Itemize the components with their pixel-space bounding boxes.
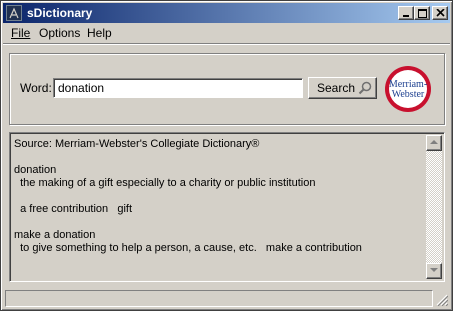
minimize-button[interactable] — [398, 6, 414, 20]
maximize-button[interactable] — [414, 6, 430, 20]
scroll-down-button[interactable] — [426, 263, 442, 279]
word-input[interactable]: donation — [53, 78, 303, 98]
app-icon[interactable] — [6, 5, 22, 21]
definition-line — [14, 216, 424, 229]
menu-bar: File Options Help — [3, 23, 450, 42]
menu-divider — [3, 43, 450, 45]
merriam-webster-logo[interactable]: Merriam- Webster — [384, 65, 432, 113]
arrow-down-icon — [430, 268, 438, 272]
vertical-scrollbar[interactable] — [426, 135, 442, 279]
definition-line: make a donation — [14, 229, 96, 241]
menu-help-label: Help — [87, 26, 112, 40]
close-icon — [436, 9, 445, 17]
minimize-icon — [403, 15, 409, 17]
logo-line2: Webster — [392, 89, 425, 100]
word-label: Word: — [20, 81, 52, 95]
resize-grip-icon[interactable] — [436, 294, 448, 306]
menu-file-label: File — [11, 26, 31, 40]
close-button[interactable] — [432, 6, 448, 20]
menu-help[interactable]: Help — [87, 26, 112, 40]
title-bar[interactable]: sDictionary — [3, 3, 450, 23]
definition-line: donation — [14, 164, 57, 176]
status-bar — [5, 290, 450, 308]
window-title: sDictionary — [27, 6, 93, 20]
search-button-label: Search — [317, 81, 356, 95]
definition-line — [14, 190, 424, 203]
search-button[interactable]: Search — [308, 77, 377, 99]
search-icon — [358, 81, 372, 95]
definition-line: Source: Merriam-Webster's Collegiate Dic… — [14, 138, 260, 150]
menu-options-label: Options — [39, 26, 81, 40]
status-pane — [5, 290, 433, 307]
definition-text: Source: Merriam-Webster's Collegiate Dic… — [14, 138, 424, 255]
definition-area[interactable]: Source: Merriam-Webster's Collegiate Dic… — [9, 132, 445, 282]
app-window: sDictionary File Options Help Word: dona… — [0, 0, 453, 311]
menu-options[interactable]: Options — [39, 26, 80, 40]
scroll-up-button[interactable] — [426, 135, 442, 151]
maximize-icon — [418, 9, 427, 18]
menu-file[interactable]: File — [11, 26, 30, 40]
definition-line: the making of a gift especially to a cha… — [14, 177, 316, 189]
definition-line — [14, 151, 424, 164]
definition-line: a free contribution gift — [14, 203, 133, 215]
arrow-up-icon — [430, 140, 438, 144]
definition-line: to give something to help a person, a ca… — [14, 242, 362, 254]
